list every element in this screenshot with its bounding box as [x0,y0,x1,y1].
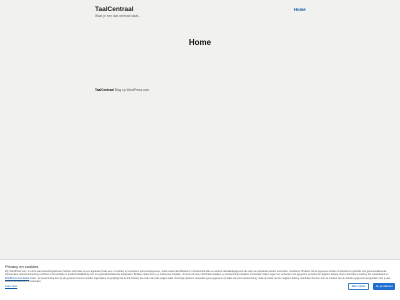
footer-brand-link[interactable]: TaalCentraal [95,88,114,92]
learn-more-link[interactable]: Lees meer [5,285,17,288]
accept-button[interactable]: Ja, ga akkoord [373,283,395,290]
cookie-text-part-1: Wij, WordPress.com, en onze samenwerking… [5,270,389,277]
nav-item-home[interactable]: Home [294,7,306,12]
footer-credit-text: Blog op WordPress.com. [113,88,150,92]
more-options-button[interactable]: Meer opties [348,283,369,290]
footer-credit: TaalCentraal Blog op WordPress.com. [95,88,150,92]
cookie-banner: Privacy en cookies Wij, WordPress.com, e… [0,259,400,300]
cookie-banner-title: Privacy en cookies [5,264,39,269]
site-title[interactable]: TaalCentraal [95,6,134,13]
page-title: Home [188,38,212,47]
cookie-text-part-2: inzien. Je toestemming kan op elk gewens… [5,276,391,283]
cookie-banner-text: Wij, WordPress.com, en onze samenwerking… [5,270,393,283]
site-tagline: Waar je een taal centraal staat... [95,14,141,18]
